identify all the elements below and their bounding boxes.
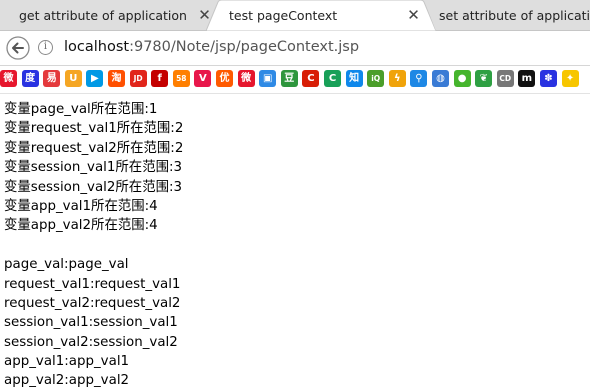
- cd-icon[interactable]: CD: [496, 70, 514, 87]
- douban-icon[interactable]: 豆: [280, 70, 298, 87]
- paw-icon[interactable]: ✽: [540, 70, 557, 87]
- tab-test-pagecontext[interactable]: test pageContext ✕: [210, 0, 440, 31]
- youku-icon[interactable]: 优: [216, 70, 233, 87]
- page-content: 变量page_val所在范围:1 变量request_val1所在范围:2 变量…: [4, 100, 183, 389]
- 58-icon[interactable]: 58: [172, 70, 190, 87]
- value-line: request_val2:request_val2: [4, 295, 181, 311]
- value-line: request_val1:request_val1: [4, 276, 181, 292]
- video-icon[interactable]: ▶: [86, 70, 104, 87]
- tab-title: get attribute of application: [19, 8, 187, 23]
- infoq-icon[interactable]: iQ: [367, 70, 385, 87]
- taobao-icon[interactable]: 淘: [108, 70, 125, 87]
- scope-line: 变量page_val所在范围:1: [4, 102, 158, 117]
- network-icon[interactable]: ⚲: [410, 70, 428, 87]
- weibo-icon[interactable]: 微: [0, 70, 17, 87]
- close-icon[interactable]: ✕: [406, 8, 421, 23]
- c-icon[interactable]: C: [302, 70, 320, 87]
- vip-icon[interactable]: V: [194, 70, 212, 87]
- jd-icon[interactable]: JD: [129, 70, 147, 87]
- tab-title: set attribute of application: [439, 8, 590, 23]
- tab-get-attribute[interactable]: get attribute of application ✕: [0, 0, 222, 31]
- back-arrow-icon[interactable]: [6, 36, 30, 60]
- lightning-icon[interactable]: ϟ: [388, 70, 406, 87]
- leaf-icon[interactable]: ❦: [475, 70, 493, 87]
- url-host: localhost: [64, 39, 130, 55]
- scope-line: 变量request_val2所在范围:2: [4, 140, 184, 156]
- bulb-icon[interactable]: ✦: [561, 70, 579, 87]
- u-icon[interactable]: U: [64, 70, 82, 87]
- tab-strip: get attribute of application ✕ test page…: [0, 0, 590, 31]
- value-line: app_val1:app_val1: [4, 354, 130, 370]
- m-icon[interactable]: m: [518, 70, 536, 87]
- shop-icon[interactable]: 易: [43, 70, 61, 87]
- info-icon[interactable]: i: [38, 40, 53, 55]
- tab-title: test pageContext: [229, 8, 338, 23]
- address-toolbar: i localhost:9780/Note/jsp/pageContext.js…: [0, 31, 590, 66]
- scope-line: 变量session_val2所在范围:3: [4, 179, 183, 195]
- scope-line: 变量request_val1所在范围:2: [4, 121, 184, 137]
- value-line: session_val1:session_val1: [4, 315, 178, 331]
- url-field[interactable]: localhost:9780/Note/jsp/pageContext.jsp: [64, 39, 359, 55]
- c2-icon[interactable]: C: [324, 70, 341, 87]
- scope-line: 变量app_val1所在范围:4: [4, 198, 158, 214]
- tmall-icon[interactable]: f: [151, 70, 169, 87]
- value-line: session_val2:session_val2: [4, 334, 178, 350]
- url-path: :9780/Note/jsp/pageContext.jsp: [129, 39, 360, 55]
- globe-icon[interactable]: ◍: [432, 70, 449, 87]
- zhihu-icon[interactable]: 知: [345, 70, 363, 87]
- value-line: page_val:page_val: [4, 257, 129, 273]
- weibo2-icon[interactable]: 微: [237, 70, 255, 87]
- bookmarks-bar: 微度易 U ▶ 淘 JD f 58 V 优微 ▣ 豆 C C 知 iQ ϟ ⚲ ◍ ● ❦ CD m ✽ ✦: [0, 66, 590, 94]
- value-line: app_val2:app_val2: [4, 373, 130, 389]
- wechat-icon[interactable]: ●: [453, 70, 471, 87]
- photo-icon[interactable]: ▣: [259, 70, 277, 87]
- scope-line: 变量session_val1所在范围:3: [4, 160, 183, 176]
- scope-line: 变量app_val2所在范围:4: [4, 218, 158, 234]
- tab-set-attribute[interactable]: set attribute of application: [420, 0, 590, 31]
- baidu-paw-icon[interactable]: 度: [21, 70, 39, 87]
